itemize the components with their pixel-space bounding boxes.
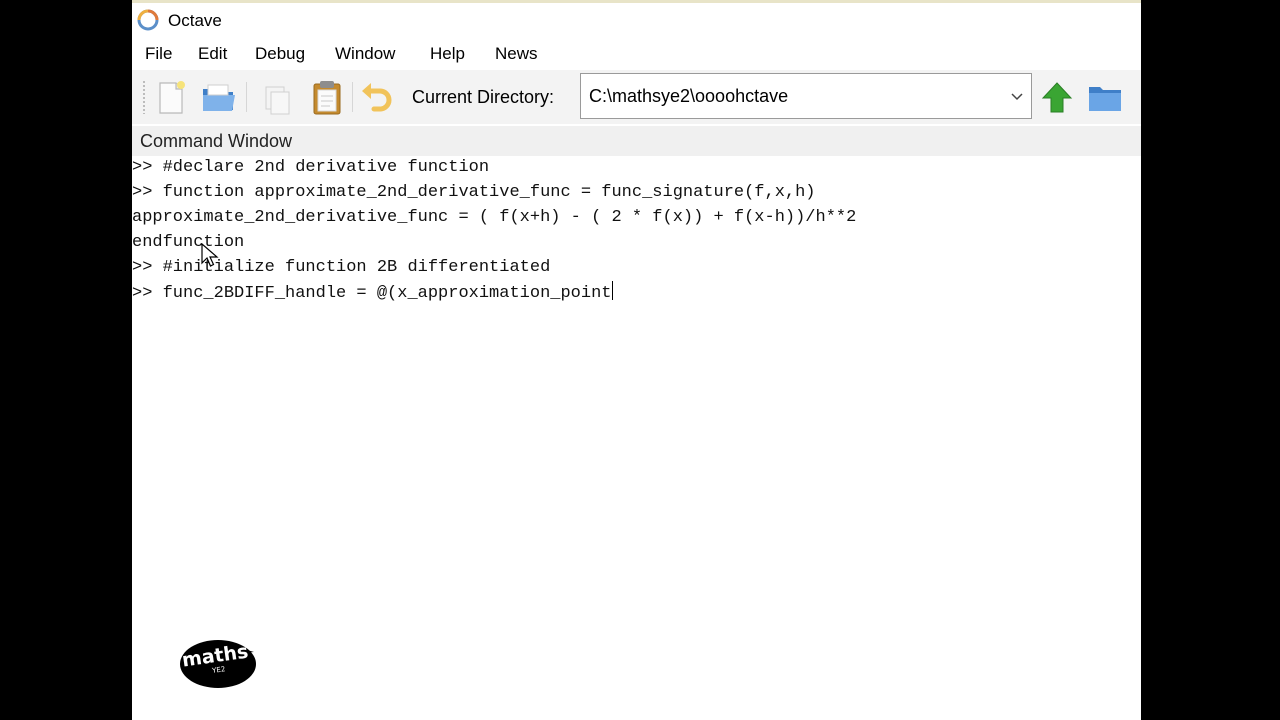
mouse-pointer-icon bbox=[201, 243, 219, 267]
copy-icon[interactable] bbox=[258, 77, 296, 117]
command-window-title: Command Window bbox=[140, 131, 293, 151]
console-line: >> #initialize function 2B differentiate… bbox=[132, 258, 551, 277]
menu-file[interactable]: File bbox=[145, 44, 172, 64]
console-line: >> #declare 2nd derivative function bbox=[132, 158, 490, 177]
chevron-down-icon[interactable] bbox=[1007, 86, 1027, 106]
menu-news[interactable]: News bbox=[495, 44, 538, 64]
window-title: Octave bbox=[168, 11, 222, 30]
current-directory-combobox[interactable]: C:\mathsye2\oooohctave bbox=[580, 73, 1032, 119]
console-line: >> function approximate_2nd_derivative_f… bbox=[132, 183, 816, 202]
paste-icon[interactable] bbox=[308, 77, 346, 117]
console-input-text[interactable]: >> func_2BDIFF_handle = @(x_approximatio… bbox=[132, 284, 611, 303]
title-bar: Octave bbox=[132, 0, 1141, 38]
main-toolbar: Current Directory: C:\mathsye2\oooohctav… bbox=[132, 70, 1141, 124]
text-caret bbox=[612, 281, 614, 300]
undo-icon[interactable] bbox=[358, 77, 396, 117]
octave-window: Octave File Edit Debug Window Help News bbox=[132, 0, 1141, 720]
console-input-line[interactable]: >> func_2BDIFF_handle = @(x_approximatio… bbox=[132, 281, 614, 305]
new-script-icon[interactable] bbox=[152, 77, 190, 117]
command-window-console[interactable]: >> #declare 2nd derivative function >> f… bbox=[132, 156, 1141, 720]
current-directory-label: Current Directory: bbox=[412, 87, 555, 107]
toolbar-separator bbox=[352, 82, 353, 112]
folder-icon[interactable] bbox=[1086, 77, 1124, 117]
console-line: endfunction bbox=[132, 233, 245, 252]
current-directory-value[interactable]: C:\mathsye2\oooohctave bbox=[589, 86, 788, 107]
command-window-header: Command Window bbox=[132, 126, 1141, 156]
octave-logo-icon bbox=[137, 9, 159, 31]
open-folder-icon[interactable] bbox=[200, 77, 238, 117]
toolbar-separator bbox=[246, 82, 247, 112]
menu-help[interactable]: Help bbox=[430, 44, 465, 64]
maths-logo-watermark: maths YE2 bbox=[180, 640, 256, 688]
menu-debug[interactable]: Debug bbox=[255, 44, 305, 64]
console-line: approximate_2nd_derivative_func = ( f(x+… bbox=[132, 208, 857, 227]
toolbar-grip[interactable] bbox=[142, 80, 146, 114]
menu-edit[interactable]: Edit bbox=[198, 44, 227, 64]
menu-bar: File Edit Debug Window Help News bbox=[132, 38, 1141, 70]
menu-window[interactable]: Window bbox=[335, 44, 395, 64]
arrow-up-icon[interactable] bbox=[1038, 77, 1076, 117]
